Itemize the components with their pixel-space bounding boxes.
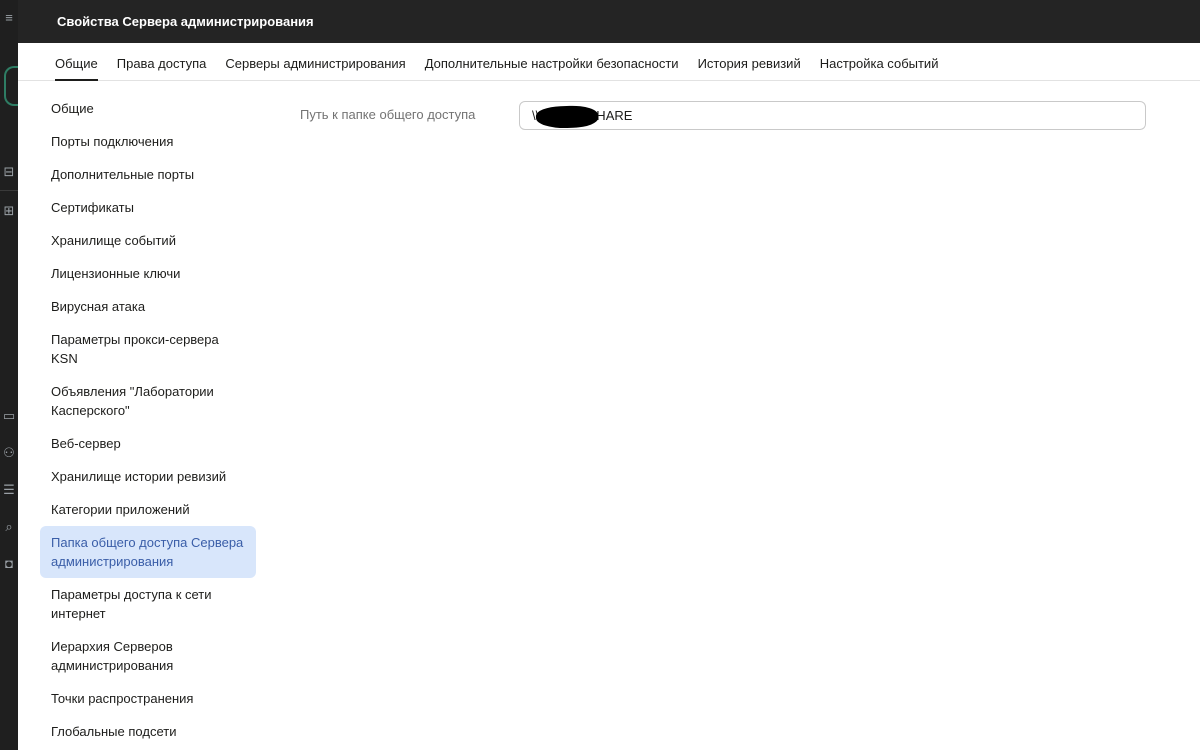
sidenav-item-share-folder[interactable]: Папка общего доступа Сервера администрир… <box>40 526 256 578</box>
sidenav-item-server-hierarchy[interactable]: Иерархия Серверов администрирования <box>40 630 256 682</box>
sidenav-item-revision-storage[interactable]: Хранилище истории ревизий <box>40 460 256 493</box>
sidenav-item-kaspersky-announcements[interactable]: Объявления "Лаборатории Касперского" <box>40 375 256 427</box>
tab-event-settings[interactable]: Настройка событий <box>820 56 939 80</box>
users-icon[interactable]: ⚇ <box>2 446 16 460</box>
tab-general[interactable]: Общие <box>55 56 98 81</box>
server-properties-dialog: Свойства Сервера администрирования Общие… <box>18 0 1200 750</box>
sidenav-item-certificates[interactable]: Сертификаты <box>40 191 256 224</box>
tab-bar: Общие Права доступа Серверы администриро… <box>18 43 1200 81</box>
sidenav-item-license-keys[interactable]: Лицензионные ключи <box>40 257 256 290</box>
sidenav-item-internet-access[interactable]: Параметры доступа к сети интернет <box>40 578 256 630</box>
sidenav-item-distribution-points[interactable]: Точки распространения <box>40 682 256 715</box>
sidenav-item-general[interactable]: Общие <box>40 92 256 125</box>
tab-admin-servers[interactable]: Серверы администрирования <box>225 56 405 80</box>
dialog-title: Свойства Сервера администрирования <box>57 14 314 29</box>
tab-security-settings[interactable]: Дополнительные настройки безопасности <box>425 56 679 80</box>
sidenav-item-ksn-proxy[interactable]: Параметры прокси-сервера KSN <box>40 323 256 375</box>
sidenav-item-web-server[interactable]: Веб-сервер <box>40 427 256 460</box>
sidenav-item-app-categories[interactable]: Категории приложений <box>40 493 256 526</box>
search-icon[interactable]: ⌕ <box>2 520 16 534</box>
tab-revision-history[interactable]: История ревизий <box>698 56 801 80</box>
dialog-content: Общие Порты подключения Дополнительные п… <box>18 82 1200 750</box>
rail-divider <box>0 190 18 191</box>
sidenav-item-virus-outbreak[interactable]: Вирусная атака <box>40 290 256 323</box>
share-folder-path-input[interactable] <box>519 101 1146 130</box>
app-rail: ≡ ⊟ ⊞ ▭ ⚇ ☰ ⌕ ◘ <box>0 0 24 750</box>
sidenav-item-global-subnets[interactable]: Глобальные подсети <box>40 715 256 748</box>
menu-icon[interactable]: ≡ <box>2 11 16 25</box>
section-nav: Общие Порты подключения Дополнительные п… <box>40 92 256 748</box>
lock-icon[interactable]: ◘ <box>2 557 16 571</box>
storage-icon[interactable]: ☰ <box>2 483 16 497</box>
sidenav-item-event-storage[interactable]: Хранилище событий <box>40 224 256 257</box>
share-folder-path-label: Путь к папке общего доступа <box>300 107 476 122</box>
sidenav-item-additional-ports[interactable]: Дополнительные порты <box>40 158 256 191</box>
dialog-titlebar: Свойства Сервера администрирования <box>18 0 1200 43</box>
monitor-icon[interactable]: ▭ <box>2 409 16 423</box>
network-icon[interactable]: ⊟ <box>2 165 16 179</box>
sidenav-item-connection-ports[interactable]: Порты подключения <box>40 125 256 158</box>
apps-icon[interactable]: ⊞ <box>2 204 16 218</box>
tab-access-rights[interactable]: Права доступа <box>117 56 207 80</box>
